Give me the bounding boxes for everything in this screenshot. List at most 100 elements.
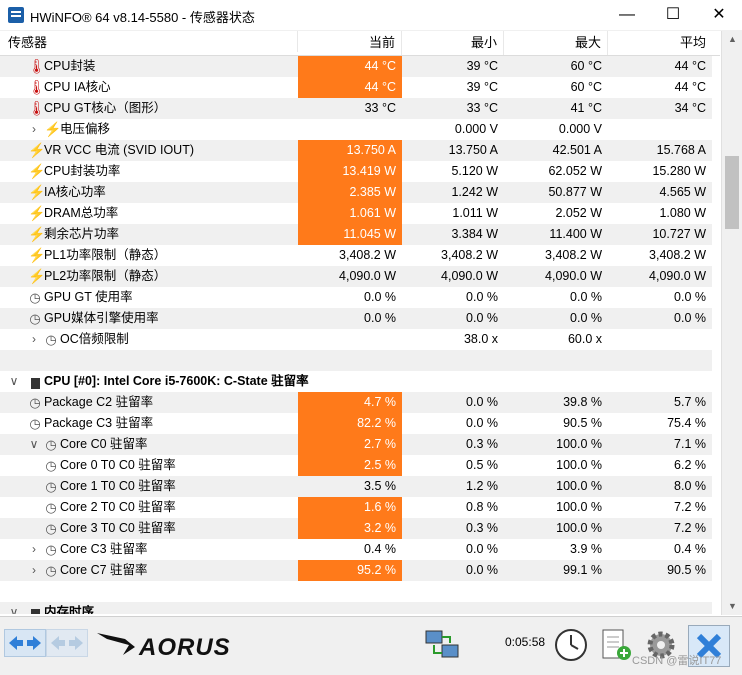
min-value: 0.0 % bbox=[466, 395, 498, 409]
spacer-row bbox=[0, 350, 712, 371]
scroll-down-arrow[interactable]: ▼ bbox=[722, 598, 742, 615]
sensor-label: Package C3 驻留率 bbox=[44, 416, 154, 430]
scroll-up-arrow[interactable]: ▲ bbox=[722, 31, 742, 48]
max-value: 2.052 W bbox=[555, 206, 602, 220]
bolt-icon: ⚡ bbox=[28, 163, 46, 179]
network-computers-icon bbox=[425, 630, 459, 658]
avg-value bbox=[608, 602, 712, 614]
sensor-row[interactable]: ◷ Package C3 驻留率 82.2 % 0.0 % 90.5 % 75.4 % bbox=[0, 413, 712, 434]
min-value: 0.8 % bbox=[466, 500, 498, 514]
avg-value: 3,408.2 W bbox=[649, 248, 706, 262]
max-value: 11.400 W bbox=[549, 227, 602, 241]
header-avg[interactable]: 平均 bbox=[608, 31, 720, 55]
sensor-row[interactable]: ⚡ PL1功率限制（静态） 3,408.2 W 3,408.2 W 3,408.2 W 3… bbox=[0, 245, 712, 266]
current-value: 44 °C bbox=[298, 56, 402, 77]
min-value: 38.0 x bbox=[463, 332, 498, 346]
title-bar: HWiNFO® 64 v8.14-5580 - 传感器状态 — ☐ ✕ bbox=[0, 0, 742, 31]
sensor-group-row[interactable]: ∨ 内存时序 bbox=[0, 602, 712, 614]
reset-timer-button[interactable] bbox=[553, 627, 589, 663]
sensor-label: Core 2 T0 C0 驻留率 bbox=[60, 500, 176, 514]
elapsed-timer: 0:05:58 bbox=[505, 635, 546, 649]
current-value bbox=[298, 329, 402, 350]
sensor-row[interactable]: › ◷ Core C3 驻留率 0.4 % 0.0 % 3.9 % 0.4 % bbox=[0, 539, 712, 560]
sensor-label: VR VCC 电流 (SVID IOUT) bbox=[44, 143, 195, 157]
sensor-row[interactable]: 🌡 CPU IA核心 44 °C 39 °C 60 °C 44 °C bbox=[0, 77, 712, 98]
current-value: 2.5 % bbox=[298, 455, 402, 476]
chip-icon bbox=[28, 374, 42, 389]
sensor-row[interactable]: › ◷ OC倍频限制 38.0 x 60.0 x bbox=[0, 329, 712, 350]
expand-chevron-icon[interactable]: › bbox=[28, 329, 40, 350]
logging-button[interactable] bbox=[598, 627, 634, 663]
minimize-button[interactable]: — bbox=[604, 0, 650, 30]
clock-icon: ◷ bbox=[29, 290, 41, 305]
double-arrow-disabled-icon bbox=[51, 636, 83, 650]
sensor-row[interactable]: ◷ Core 2 T0 C0 驻留率 1.6 % 0.8 % 100.0 % 7.2 % bbox=[0, 497, 712, 518]
sensor-row[interactable]: ∨ ◷ Core C0 驻留率 2.7 % 0.3 % 100.0 % 7.1 % bbox=[0, 434, 712, 455]
spacer-row bbox=[0, 581, 712, 602]
sensor-row[interactable]: ⚡ CPU封装功率 13.419 W 5.120 W 62.052 W 15.280 W bbox=[0, 161, 712, 182]
current-value: 2.385 W bbox=[298, 182, 402, 203]
header-max[interactable]: 最大 bbox=[504, 31, 608, 55]
header-current[interactable]: 当前 bbox=[298, 31, 402, 55]
collapse-chevron-icon[interactable]: ∨ bbox=[8, 602, 20, 614]
close-window-button[interactable]: ✕ bbox=[696, 0, 742, 30]
avg-value: 6.2 % bbox=[674, 458, 706, 472]
aorus-eagle-icon: AORUS bbox=[97, 633, 230, 661]
collapse-chevron-icon[interactable]: ∨ bbox=[28, 434, 40, 455]
max-value: 4,090.0 W bbox=[545, 269, 602, 283]
sensor-row[interactable]: › ◷ Core C7 驻留率 95.2 % 0.0 % 99.1 % 90.5 % bbox=[0, 560, 712, 581]
sensor-row[interactable]: ◷ GPU媒体引擎使用率 0.0 % 0.0 % 0.0 % 0.0 % bbox=[0, 308, 712, 329]
sensor-row[interactable]: ⚡ PL2功率限制（静态） 4,090.0 W 4,090.0 W 4,090.0 W 4… bbox=[0, 266, 712, 287]
sensor-row[interactable]: › ⚡ 电压偏移 0.000 V 0.000 V bbox=[0, 119, 712, 140]
min-value: 0.0 % bbox=[466, 563, 498, 577]
sensor-group-row[interactable]: ∨ CPU [#0]: Intel Core i5-7600K: C-State … bbox=[0, 371, 712, 392]
sensor-row[interactable]: ⚡ IA核心功率 2.385 W 1.242 W 50.877 W 4.565 W bbox=[0, 182, 712, 203]
sensor-row[interactable]: ◷ Core 0 T0 C0 驻留率 2.5 % 0.5 % 100.0 % 6.2 % bbox=[0, 455, 712, 476]
expand-collapse-button[interactable] bbox=[4, 629, 46, 657]
avg-value: 44 °C bbox=[674, 80, 706, 94]
sensor-label: 内存时序 bbox=[44, 605, 95, 614]
thermometer-icon: 🌡 bbox=[28, 58, 46, 74]
avg-value: 4,090.0 W bbox=[649, 269, 706, 283]
maximize-button[interactable]: ☐ bbox=[650, 0, 696, 30]
sensor-label: PL1功率限制（静态） bbox=[44, 248, 167, 262]
current-value: 3.2 % bbox=[298, 518, 402, 539]
expand-chevron-icon[interactable]: › bbox=[28, 119, 40, 140]
sensor-row[interactable]: ◷ Core 1 T0 C0 驻留率 3.5 % 1.2 % 100.0 % 8.0 % bbox=[0, 476, 712, 497]
avg-value bbox=[608, 371, 712, 392]
collapse-chevron-icon[interactable]: ∨ bbox=[8, 371, 20, 392]
sensor-label: Core C0 驻留率 bbox=[60, 437, 148, 451]
max-value: 3,408.2 W bbox=[545, 248, 602, 262]
current-value: 11.045 W bbox=[298, 224, 402, 245]
sensor-label: GPU媒体引擎使用率 bbox=[44, 311, 159, 325]
sensor-row[interactable]: 🌡 CPU GT核心（图形） 33 °C 33 °C 41 °C 34 °C bbox=[0, 98, 712, 119]
avg-value: 8.0 % bbox=[674, 479, 706, 493]
sensor-row[interactable]: ◷ Package C2 驻留率 4.7 % 0.0 % 39.8 % 5.7 % bbox=[0, 392, 712, 413]
clock-icon: ◷ bbox=[45, 479, 57, 494]
sensor-label: CPU封装功率 bbox=[44, 164, 121, 178]
current-value: 0.0 % bbox=[364, 290, 396, 304]
max-value: 100.0 % bbox=[556, 437, 602, 451]
sensor-label: CPU [#0]: Intel Core i5-7600K: C-State 驻… bbox=[44, 374, 309, 388]
max-value: 50.877 W bbox=[548, 185, 602, 199]
header-sensor[interactable]: 传感器 bbox=[0, 31, 298, 52]
vertical-scrollbar[interactable]: ▲ ▼ bbox=[721, 31, 742, 615]
sensor-row[interactable]: ◷ Core 3 T0 C0 驻留率 3.2 % 0.3 % 100.0 % 7.2 % bbox=[0, 518, 712, 539]
expand-chevron-icon[interactable]: › bbox=[28, 560, 40, 581]
reset-layout-button[interactable] bbox=[46, 629, 88, 657]
clock-icon: ◷ bbox=[45, 563, 57, 578]
min-value: 39 °C bbox=[466, 80, 498, 94]
max-value bbox=[504, 602, 608, 614]
sensor-row[interactable]: ⚡ 剩余芯片功率 11.045 W 3.384 W 11.400 W 10.727 W bbox=[0, 224, 712, 245]
header-min[interactable]: 最小 bbox=[402, 31, 504, 55]
sensor-row[interactable]: ◷ GPU GT 使用率 0.0 % 0.0 % 0.0 % 0.0 % bbox=[0, 287, 712, 308]
sensor-row[interactable]: 🌡 CPU封装 44 °C 39 °C 60 °C 44 °C bbox=[0, 56, 712, 77]
network-button[interactable] bbox=[424, 627, 460, 663]
current-value: 13.750 A bbox=[298, 140, 402, 161]
scroll-thumb[interactable] bbox=[725, 156, 739, 229]
sensor-row[interactable]: ⚡ DRAM总功率 1.061 W 1.011 W 2.052 W 1.080 W bbox=[0, 203, 712, 224]
expand-chevron-icon[interactable]: › bbox=[28, 539, 40, 560]
current-value: 0.4 % bbox=[364, 542, 396, 556]
max-value bbox=[504, 371, 608, 392]
sensor-row[interactable]: ⚡ VR VCC 电流 (SVID IOUT) 13.750 A 13.750 A 42… bbox=[0, 140, 712, 161]
